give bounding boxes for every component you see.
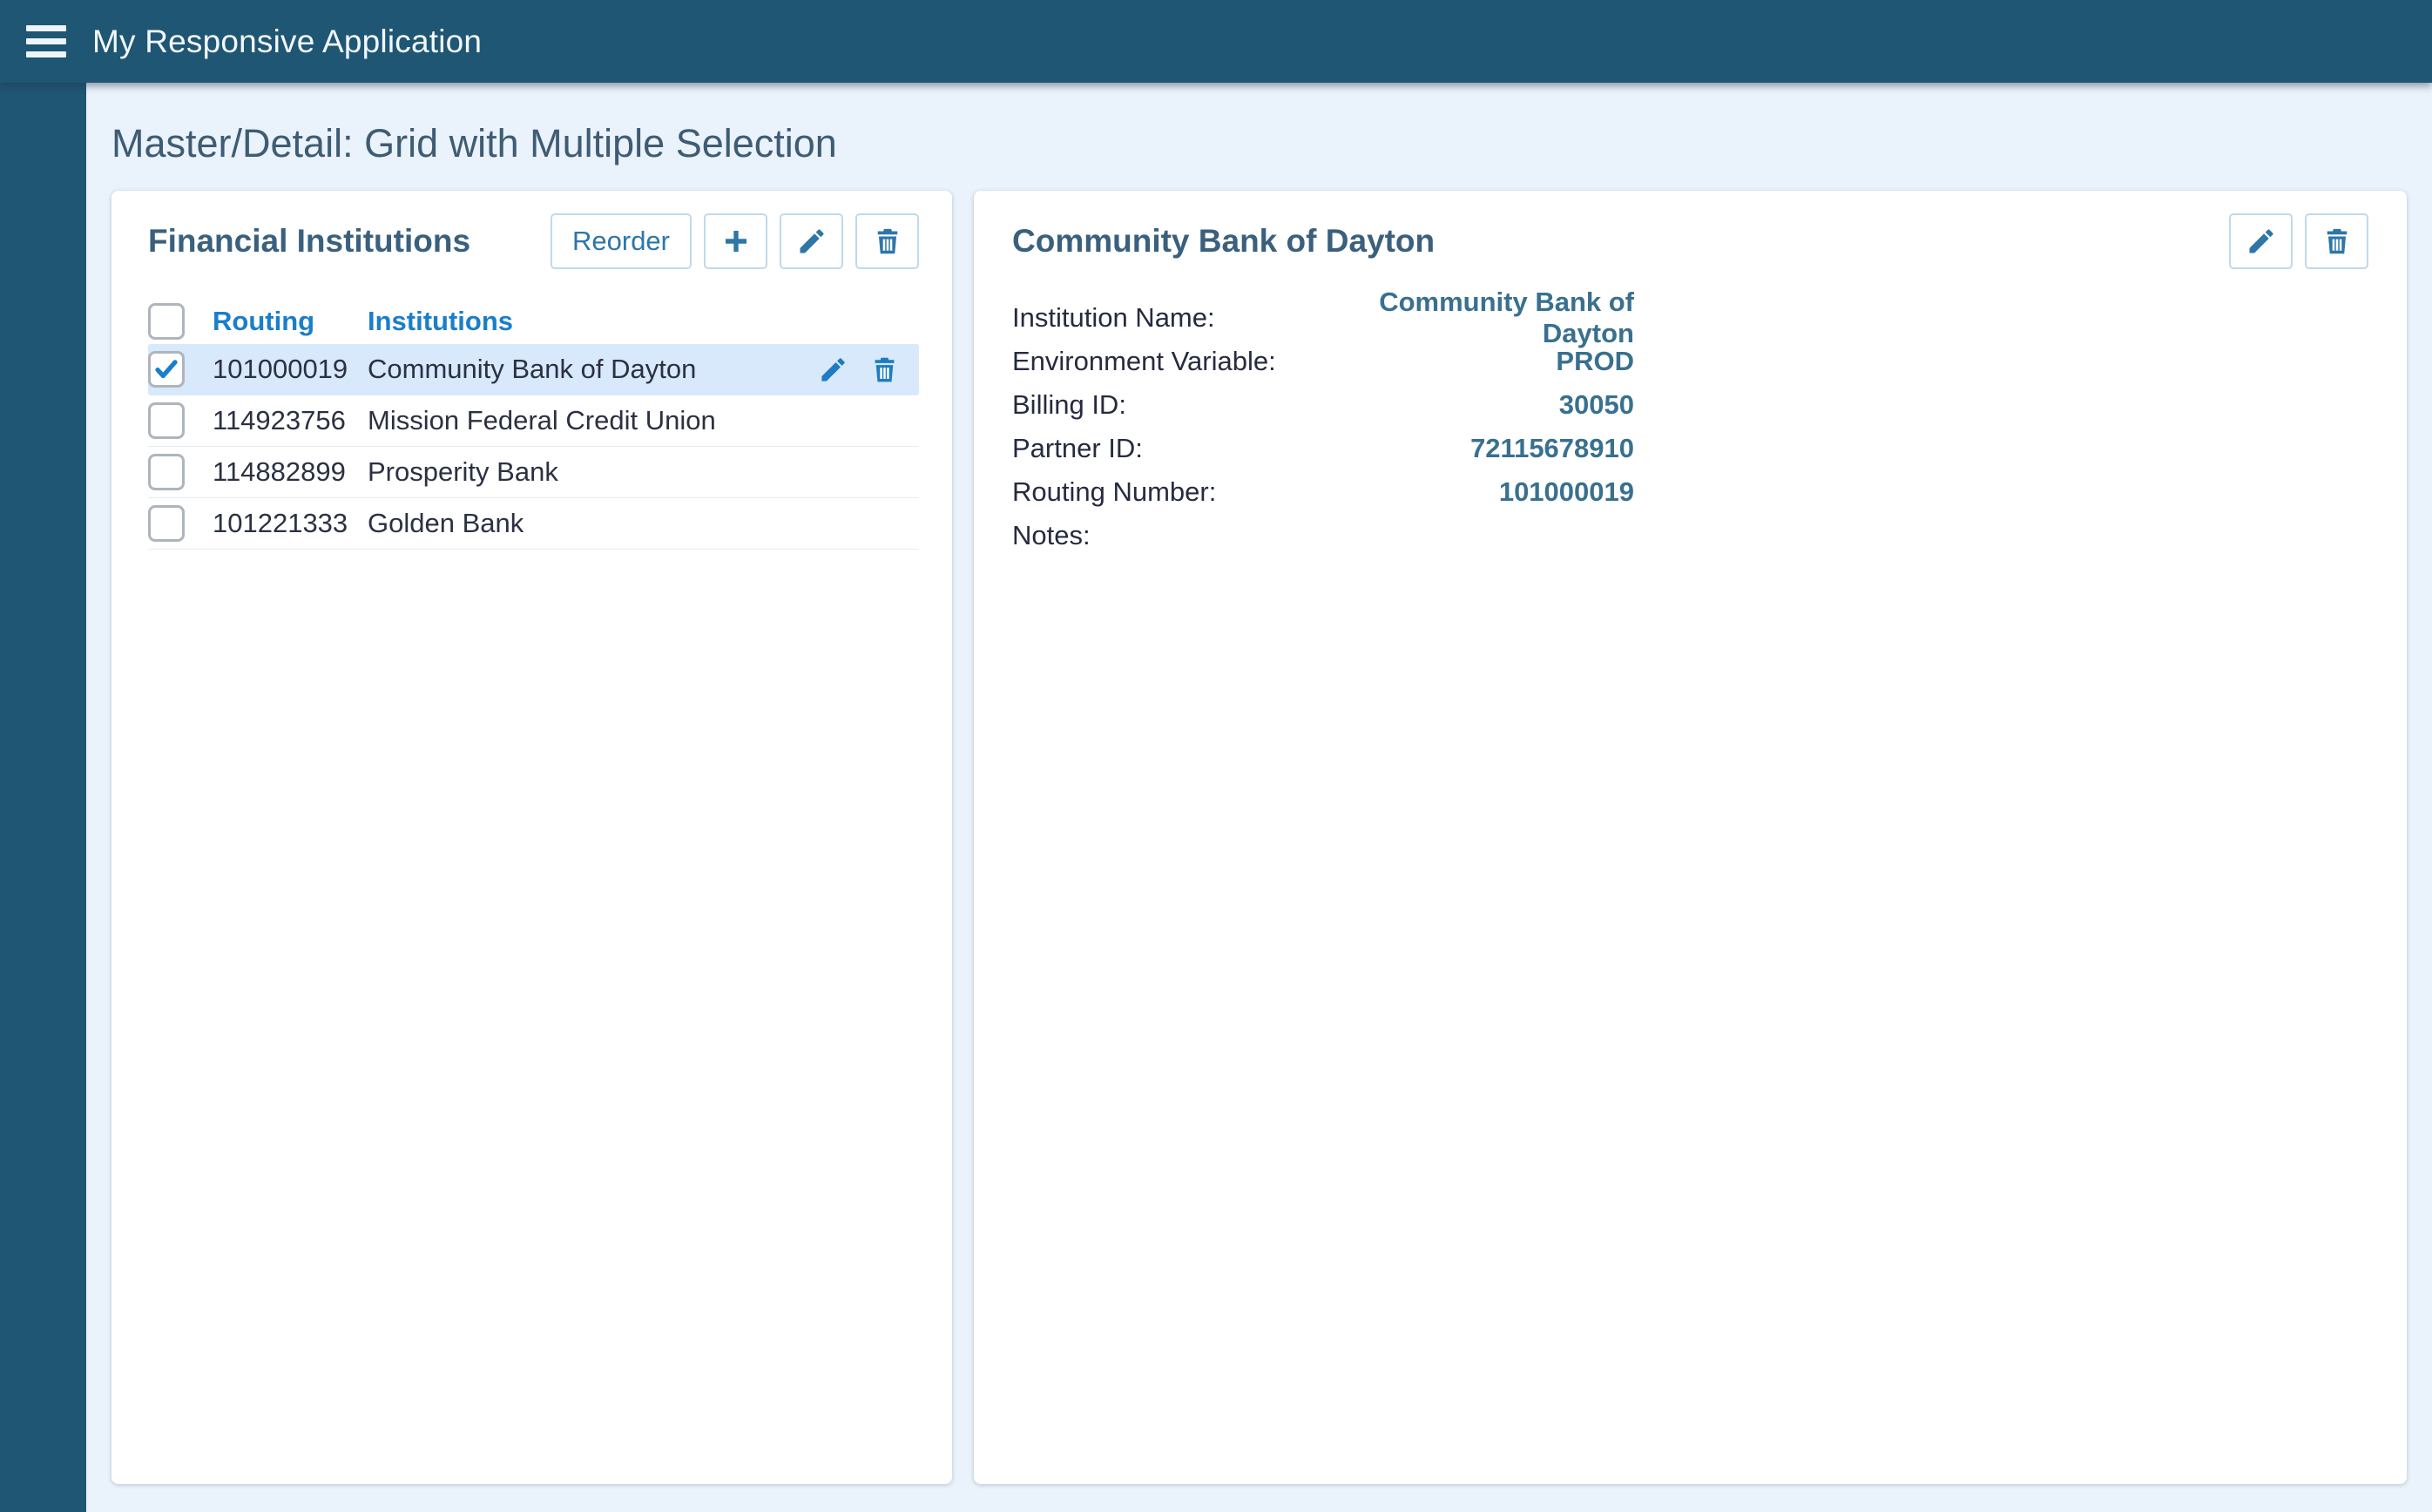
select-all-checkbox[interactable] — [148, 303, 185, 340]
detail-field-row: Institution Name: Community Bank of Dayt… — [1012, 296, 1634, 340]
detail-toolbar — [2229, 213, 2368, 269]
app-title: My Responsive Application — [92, 24, 482, 60]
row-institution: Golden Bank — [368, 508, 818, 539]
row-checkbox[interactable] — [148, 505, 185, 542]
master-panel: Financial Institutions Reorder — [111, 191, 952, 1484]
master-panel-title: Financial Institutions — [148, 223, 470, 260]
detail-field-row: Routing Number: 101000019 — [1012, 470, 1634, 514]
detail-field-row: Partner ID: 72115678910 — [1012, 427, 1634, 470]
hamburger-menu-icon[interactable] — [26, 25, 66, 57]
detail-panel-header: Community Bank of Dayton — [1012, 213, 2368, 270]
reorder-button[interactable]: Reorder — [551, 213, 692, 269]
plus-icon — [720, 226, 752, 257]
detail-fields: Institution Name: Community Bank of Dayt… — [1012, 296, 1634, 557]
row-routing: 114882899 — [213, 456, 368, 488]
side-rail — [0, 83, 86, 1512]
detail-field-label: Environment Variable: — [1012, 346, 1326, 377]
detail-panel: Community Bank of Dayton Institution Nam… — [974, 191, 2407, 1484]
master-toolbar: Reorder — [551, 213, 919, 269]
row-checkbox[interactable] — [148, 351, 185, 388]
row-institution: Mission Federal Credit Union — [368, 405, 818, 436]
detail-panel-title: Community Bank of Dayton — [1012, 223, 1435, 260]
row-checkbox[interactable] — [148, 402, 185, 439]
trash-icon — [872, 226, 903, 257]
column-header-routing[interactable]: Routing — [213, 306, 368, 337]
detail-field-row: Environment Variable: PROD — [1012, 340, 1634, 383]
row-delete-button[interactable] — [869, 354, 900, 385]
table-row[interactable]: 114882899 Prosperity Bank — [148, 447, 919, 498]
detail-field-value: PROD — [1326, 346, 1634, 377]
app-header: My Responsive Application — [0, 0, 2432, 83]
detail-field-value: 72115678910 — [1326, 433, 1634, 464]
detail-field-row: Billing ID: 30050 — [1012, 383, 1634, 427]
row-institution: Prosperity Bank — [368, 456, 818, 488]
pencil-icon — [796, 226, 828, 257]
trash-icon — [869, 354, 900, 385]
page-title: Master/Detail: Grid with Multiple Select… — [111, 121, 2407, 166]
table-row[interactable]: 101221333 Golden Bank — [148, 498, 919, 550]
panels-container: Financial Institutions Reorder — [111, 191, 2407, 1484]
main-content: Master/Detail: Grid with Multiple Select… — [86, 83, 2432, 1512]
detail-field-value: 30050 — [1326, 389, 1634, 421]
detail-field-row: Notes: — [1012, 514, 1634, 557]
detail-edit-button[interactable] — [2229, 213, 2293, 269]
delete-button[interactable] — [855, 213, 919, 269]
trash-icon — [2321, 226, 2353, 257]
row-actions — [818, 354, 919, 385]
table-row[interactable]: 114923756 Mission Federal Credit Union — [148, 395, 919, 447]
row-edit-button[interactable] — [818, 354, 848, 385]
detail-field-label: Billing ID: — [1012, 389, 1326, 421]
add-button[interactable] — [704, 213, 767, 269]
grid-rows: 101000019 Community Bank of Dayton 11492… — [148, 344, 919, 550]
master-panel-header: Financial Institutions Reorder — [148, 213, 919, 270]
detail-delete-button[interactable] — [2305, 213, 2368, 269]
detail-field-label: Routing Number: — [1012, 476, 1326, 508]
row-routing: 101221333 — [213, 508, 368, 539]
detail-field-label: Partner ID: — [1012, 433, 1326, 464]
checkmark-icon — [153, 356, 179, 382]
row-routing: 101000019 — [213, 354, 368, 385]
edit-button[interactable] — [780, 213, 843, 269]
institutions-grid: Routing Institutions 101000019 Community… — [148, 299, 919, 550]
column-header-institutions[interactable]: Institutions — [368, 306, 919, 337]
row-checkbox[interactable] — [148, 454, 185, 490]
row-institution: Community Bank of Dayton — [368, 354, 818, 385]
detail-field-label: Institution Name: — [1012, 302, 1326, 334]
grid-header-row: Routing Institutions — [148, 299, 919, 344]
detail-field-label: Notes: — [1012, 520, 1326, 551]
pencil-icon — [2246, 226, 2277, 257]
detail-field-value: Community Bank of Dayton — [1326, 287, 1634, 349]
row-routing: 114923756 — [213, 405, 368, 436]
table-row[interactable]: 101000019 Community Bank of Dayton — [148, 344, 919, 395]
detail-field-value: 101000019 — [1326, 476, 1634, 508]
pencil-icon — [818, 354, 848, 385]
